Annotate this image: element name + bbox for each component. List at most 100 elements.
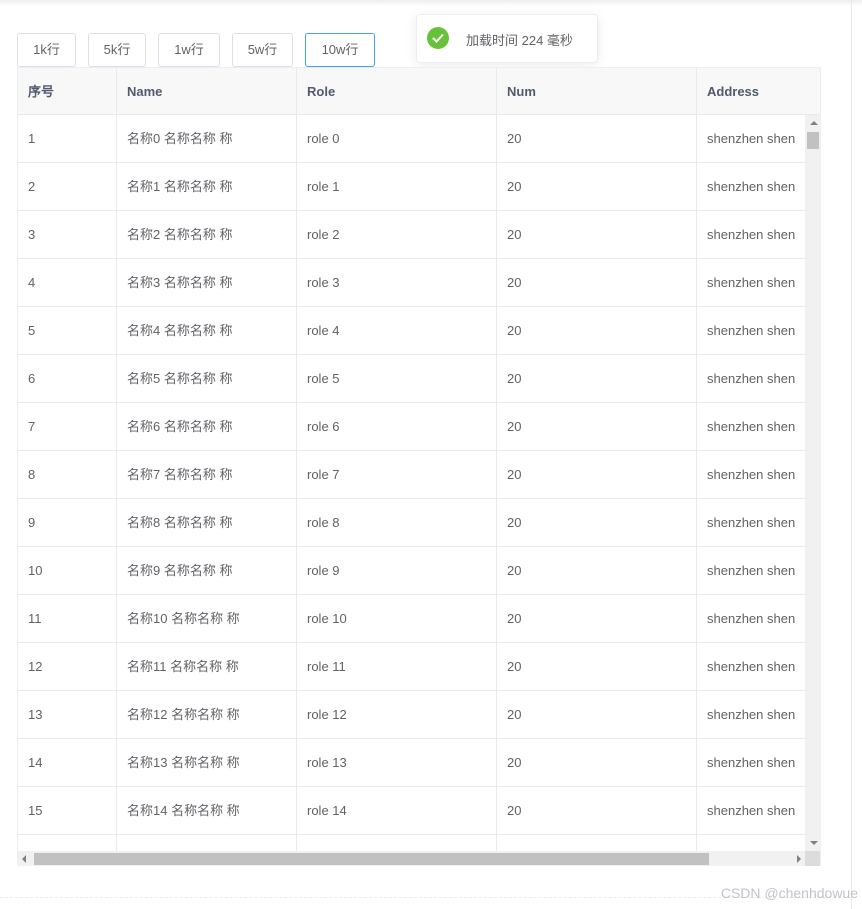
vertical-scrollbar[interactable] [805,115,820,851]
data-table: 序号 Name Role Num Address 1 名称0 名称名称 称 role… [17,67,821,866]
table-row[interactable]: 11 名称10 名称名称 称 role 10 20 shenzhen shen [18,595,805,643]
table-row[interactable]: 12 名称11 名称名称 称 role 11 20 shenzhen shen [18,643,805,691]
cell-num: 20 [497,739,697,786]
cell-name: 名称5 名称名称 称 [117,355,297,402]
column-header-address[interactable]: Address [697,68,820,115]
table-row[interactable]: 6 名称5 名称名称 称 role 5 20 shenzhen shen [18,355,805,403]
table-row[interactable]: 9 名称8 名称名称 称 role 8 20 shenzhen shen [18,499,805,547]
cell-address: shenzhen shen [707,707,796,722]
cell-role [297,835,497,851]
cell-role: role 4 [297,307,497,354]
cell-index: 7 [18,403,117,450]
cell-num: 20 [497,211,697,258]
cell-num: 20 [497,595,697,642]
cell-num: 20 [497,691,697,738]
load-1k-button[interactable]: 1k行 [17,33,76,67]
cell-num: 20 [497,307,697,354]
cell-address: shenzhen shen [707,419,796,434]
cell-role: role 1 [297,163,497,210]
table-row[interactable]: 3 名称2 名称名称 称 role 2 20 shenzhen shen [18,211,805,259]
cell-name [117,835,297,851]
cell-name: 名称8 名称名称 称 [117,499,297,546]
cell-name: 名称4 名称名称 称 [117,307,297,354]
table-row[interactable]: 4 名称3 名称名称 称 role 3 20 shenzhen shen [18,259,805,307]
scroll-up-arrow-icon[interactable] [810,121,818,125]
cell-name: 名称1 名称名称 称 [117,163,297,210]
cell-num: 20 [497,643,697,690]
table-header: 序号 Name Role Num Address [18,68,820,115]
cell-address [697,835,805,851]
cell-role: role 10 [297,595,497,642]
cell-role: role 12 [297,691,497,738]
table-row[interactable]: 15 名称14 名称名称 称 role 14 20 shenzhen shen [18,787,805,835]
cell-name: 名称13 名称名称 称 [117,739,297,786]
scroll-down-arrow-icon[interactable] [810,841,818,845]
cell-role: role 11 [297,643,497,690]
table-row[interactable]: 5 名称4 名称名称 称 role 4 20 shenzhen shen [18,307,805,355]
cell-index: 5 [18,307,117,354]
cell-index: 14 [18,739,117,786]
cell-address: shenzhen shen [707,563,796,578]
scroll-left-arrow-icon[interactable] [22,855,26,863]
cell-index: 8 [18,451,117,498]
cell-address: shenzhen shen [707,275,796,290]
load-5w-button[interactable]: 5w行 [232,33,293,67]
cell-role: role 3 [297,259,497,306]
cell-name: 名称2 名称名称 称 [117,211,297,258]
scroll-right-arrow-icon[interactable] [797,855,801,863]
cell-name: 名称14 名称名称 称 [117,787,297,834]
table-row[interactable]: 2 名称1 名称名称 称 role 1 20 shenzhen shen [18,163,805,211]
cell-role: role 7 [297,451,497,498]
cell-role: role 5 [297,355,497,402]
column-header-index[interactable]: 序号 [18,68,117,115]
cell-name: 名称10 名称名称 称 [117,595,297,642]
cell-index: 3 [18,211,117,258]
scrollbar-corner [805,851,820,866]
top-shadow [0,0,862,6]
cell-index: 10 [18,547,117,594]
table-row[interactable] [18,835,805,851]
cell-num: 20 [497,403,697,450]
cell-index: 1 [18,115,117,162]
cell-num: 20 [497,163,697,210]
cell-address: shenzhen shen [707,803,796,818]
cell-address: shenzhen shen [707,755,796,770]
cell-address: shenzhen shen [707,227,796,242]
horizontal-scroll-thumb[interactable] [34,853,709,865]
column-header-num[interactable]: Num [497,68,697,115]
cell-role: role 13 [297,739,497,786]
column-header-role[interactable]: Role [297,68,497,115]
table-row[interactable]: 1 名称0 名称名称 称 role 0 20 shenzhen shen [18,115,805,163]
vertical-scroll-thumb[interactable] [807,132,819,149]
cell-index: 15 [18,787,117,834]
table-row[interactable]: 7 名称6 名称名称 称 role 6 20 shenzhen shen [18,403,805,451]
cell-address: shenzhen shen [707,131,796,146]
load-5k-button[interactable]: 5k行 [88,33,146,67]
cell-address: shenzhen shen [707,179,796,194]
cell-address: shenzhen shen [707,515,796,530]
table-row[interactable]: 14 名称13 名称名称 称 role 13 20 shenzhen shen [18,739,805,787]
cell-role: role 6 [297,403,497,450]
cell-name: 名称12 名称名称 称 [117,691,297,738]
cell-role: role 14 [297,787,497,834]
cell-num: 20 [497,115,697,162]
cell-role: role 8 [297,499,497,546]
table-row[interactable]: 8 名称7 名称名称 称 role 7 20 shenzhen shen [18,451,805,499]
cell-index: 4 [18,259,117,306]
horizontal-scrollbar[interactable] [18,851,805,866]
cell-address: shenzhen shen [707,371,796,386]
load-1w-button[interactable]: 1w行 [158,33,220,67]
cell-index: 11 [18,595,117,642]
cell-role: role 0 [297,115,497,162]
load-10w-button[interactable]: 10w行 [305,33,375,67]
column-header-name[interactable]: Name [117,68,297,115]
table-row[interactable]: 13 名称12 名称名称 称 role 12 20 shenzhen shen [18,691,805,739]
table-row[interactable]: 10 名称9 名称名称 称 role 9 20 shenzhen shen [18,547,805,595]
table-body[interactable]: 1 名称0 名称名称 称 role 0 20 shenzhen shen 2 名称1 名称名… [18,115,805,851]
cell-num: 20 [497,547,697,594]
cell-name: 名称0 名称名称 称 [117,115,297,162]
cell-num: 20 [497,355,697,402]
cell-index: 13 [18,691,117,738]
cell-role: role 9 [297,547,497,594]
cell-address: shenzhen shen [707,659,796,674]
